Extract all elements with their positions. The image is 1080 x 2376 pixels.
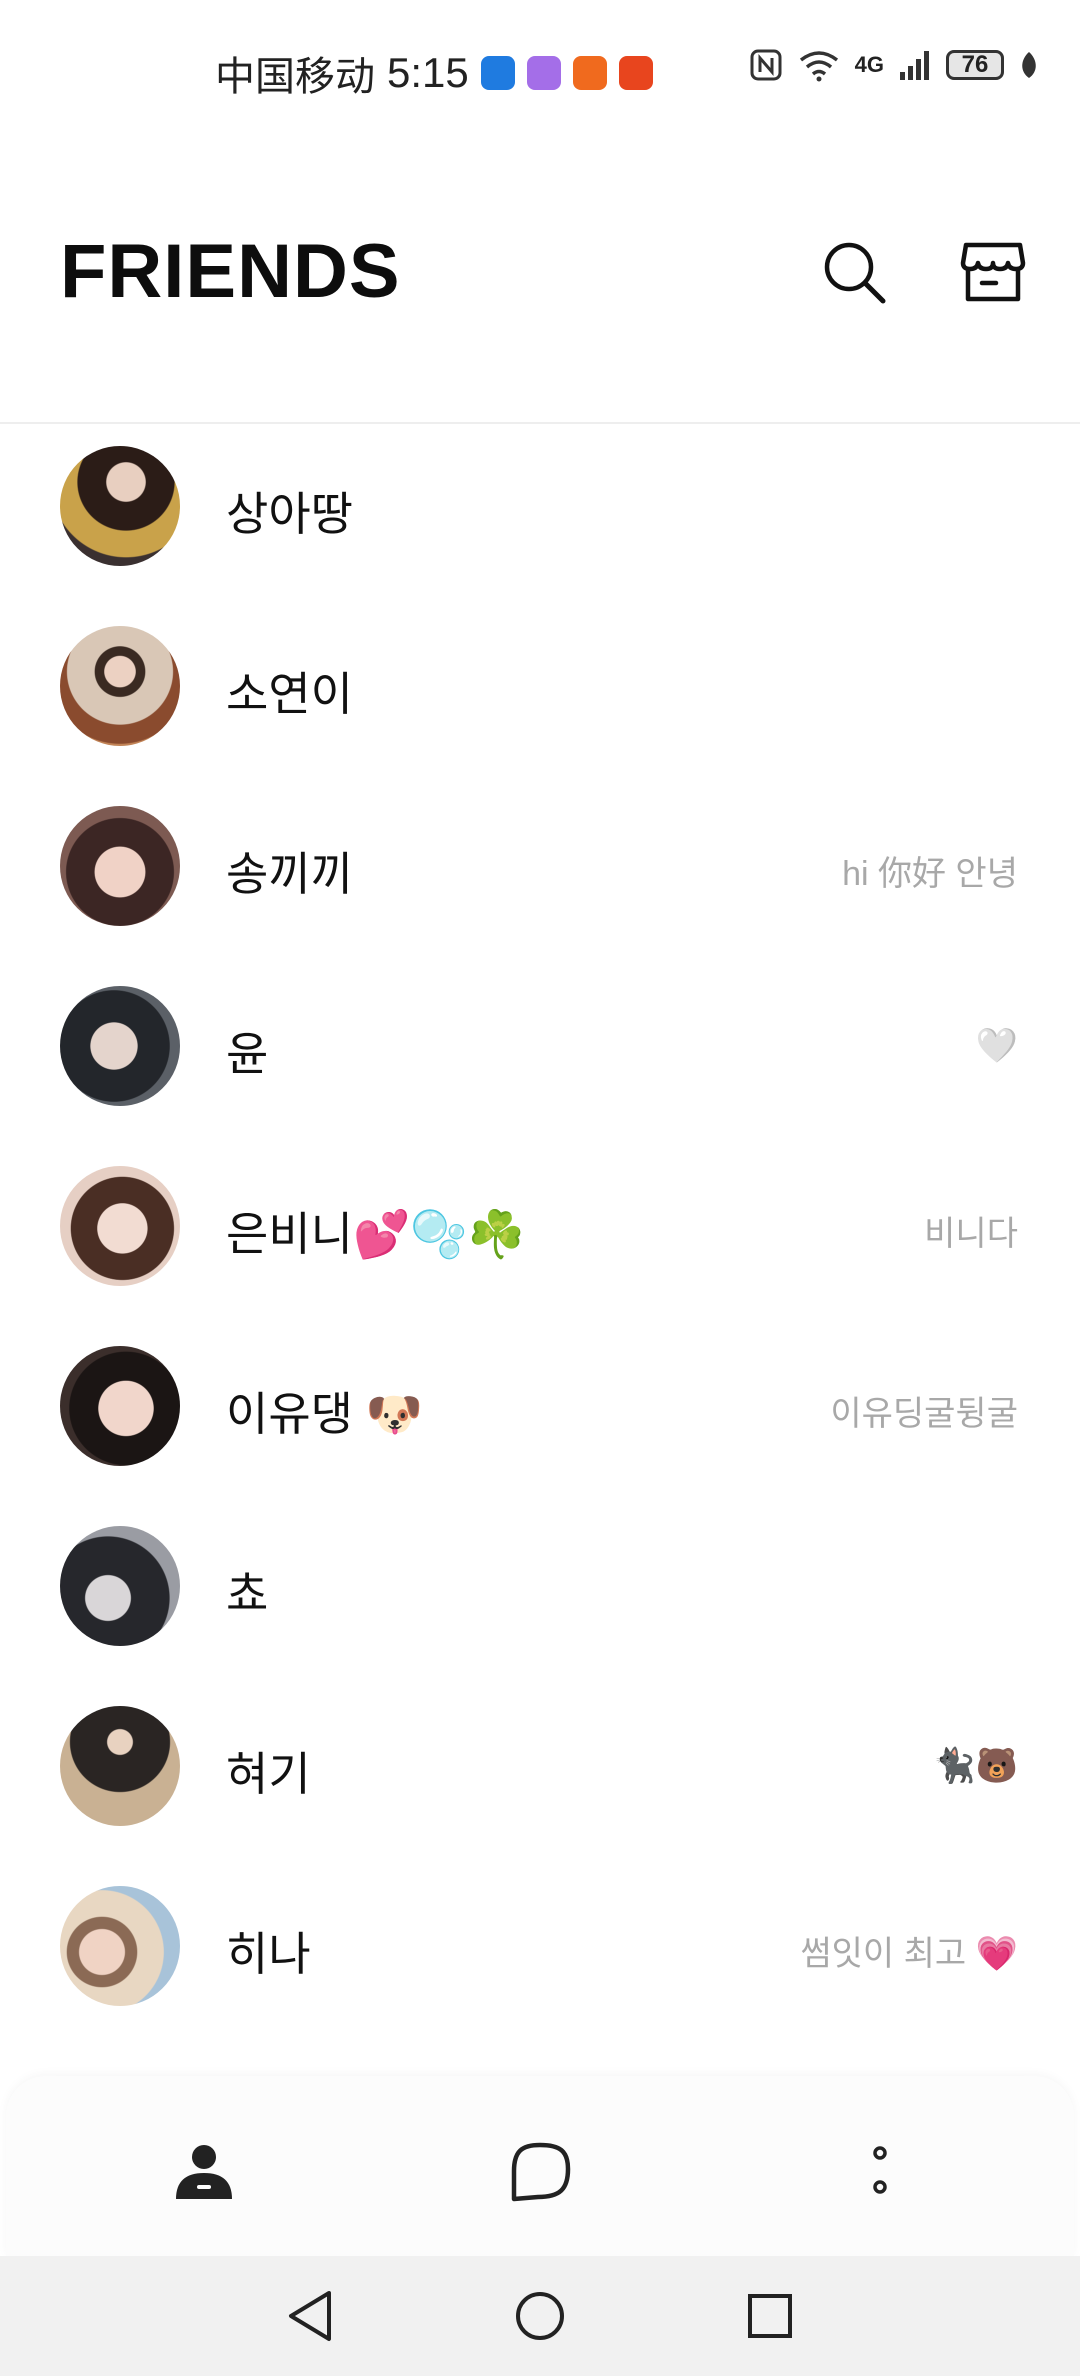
recents-button[interactable] xyxy=(740,2286,800,2346)
shop-button[interactable] xyxy=(955,234,1031,310)
signal-icon xyxy=(900,51,929,80)
avatar xyxy=(60,1526,180,1646)
friend-row[interactable]: 혀기 🐈‍⬛🐻 xyxy=(0,1684,1080,1864)
friend-status-message: 🤍 xyxy=(975,1027,1018,1065)
friend-row[interactable]: 은비니💕🫧☘️ 비니다 xyxy=(0,1144,1080,1324)
clock: 5:15 xyxy=(387,49,469,96)
search-button[interactable] xyxy=(816,234,892,310)
friend-row[interactable]: 윤 🤍 xyxy=(0,964,1080,1144)
friend-status-message: 이유딩굴뒹굴 xyxy=(830,1395,1018,1433)
friend-row[interactable]: 상아땅 xyxy=(0,424,1080,604)
wifi-icon xyxy=(799,51,838,82)
status-left: 中国移动 5:15 xyxy=(215,44,653,102)
friend-list: 상아땅 소연이 송끼끼 hi 你好 안녕 윤 🤍 은비니💕🫧☘️ 비니다 이유댕… xyxy=(0,424,1080,2044)
avatar xyxy=(60,986,180,1106)
friend-name: 쵸 xyxy=(226,1568,269,1620)
orange-app-icon xyxy=(572,56,607,90)
red-app-icon xyxy=(618,56,653,90)
friend-status-message: 비니다 xyxy=(924,1215,1018,1253)
system-nav-bar xyxy=(0,2256,1080,2376)
page-title: FRIENDS xyxy=(60,229,401,314)
friend-row[interactable]: 히나 썸잇이 최고 💗 xyxy=(0,1864,1080,2044)
friend-name: 혀기 xyxy=(226,1748,311,1800)
friend-name: 히나 xyxy=(226,1928,311,1980)
bottom-tab-bar xyxy=(6,2076,1074,2256)
chat-bubble-icon xyxy=(511,2142,571,2202)
dubble-app-icon xyxy=(480,56,515,90)
recents-icon xyxy=(748,2294,792,2338)
battery-level: 76 xyxy=(961,51,989,78)
friend-name: 윤 xyxy=(226,1028,269,1080)
friend-name: 송끼끼 xyxy=(226,848,353,900)
avatar xyxy=(60,806,180,926)
avatar xyxy=(60,1706,180,1826)
friends-tab[interactable] xyxy=(164,2132,244,2212)
battery-indicator: 76 xyxy=(946,50,1004,80)
search-icon xyxy=(824,242,886,304)
friend-status-message: hi 你好 안녕 xyxy=(842,855,1018,893)
more-dots-icon xyxy=(873,2146,887,2194)
carrier-label: 中国移动 xyxy=(215,55,375,99)
chats-tab[interactable] xyxy=(500,2132,580,2212)
avatar xyxy=(60,1346,180,1466)
friend-status-message: 썸잇이 최고 💗 xyxy=(800,1935,1018,1973)
friend-name: 소연이 xyxy=(226,668,353,720)
friend-name: 이유댕 🐶 xyxy=(226,1388,424,1440)
status-right: 4G 76 xyxy=(749,48,1040,82)
friend-row[interactable]: 이유댕 🐶 이유딩굴뒹굴 xyxy=(0,1324,1080,1504)
home-icon xyxy=(516,2292,564,2340)
friends-screen: 中国移动 5:15 4G 76 FRIENDS 상아땅 소연이 송끼끼 hi 你… xyxy=(0,0,1080,2376)
leaf-icon xyxy=(1022,52,1036,78)
network-type: 4G xyxy=(854,52,884,77)
status-bar: 中国移动 5:15 4G 76 xyxy=(0,0,1080,140)
header: FRIENDS xyxy=(0,200,1080,340)
back-button[interactable] xyxy=(280,2286,340,2346)
avatar xyxy=(60,1886,180,2006)
nfc-icon xyxy=(750,49,782,81)
friend-row[interactable]: 쵸 xyxy=(0,1504,1080,1684)
avatar xyxy=(60,446,180,566)
shop-icon xyxy=(960,242,1026,302)
more-tab[interactable] xyxy=(840,2132,920,2212)
avatar xyxy=(60,1166,180,1286)
home-button[interactable] xyxy=(510,2286,570,2346)
avatar xyxy=(60,626,180,746)
friend-row[interactable]: 송끼끼 hi 你好 안녕 xyxy=(0,784,1080,964)
friend-row[interactable]: 소연이 xyxy=(0,604,1080,784)
person-icon xyxy=(176,2145,232,2199)
friend-status-message: 🐈‍⬛🐻 xyxy=(933,1747,1018,1785)
back-icon xyxy=(289,2291,331,2341)
friend-name: 상아땅 xyxy=(226,488,353,540)
friend-name: 은비니💕🫧☘️ xyxy=(226,1208,525,1260)
purple-app-icon xyxy=(526,56,561,90)
